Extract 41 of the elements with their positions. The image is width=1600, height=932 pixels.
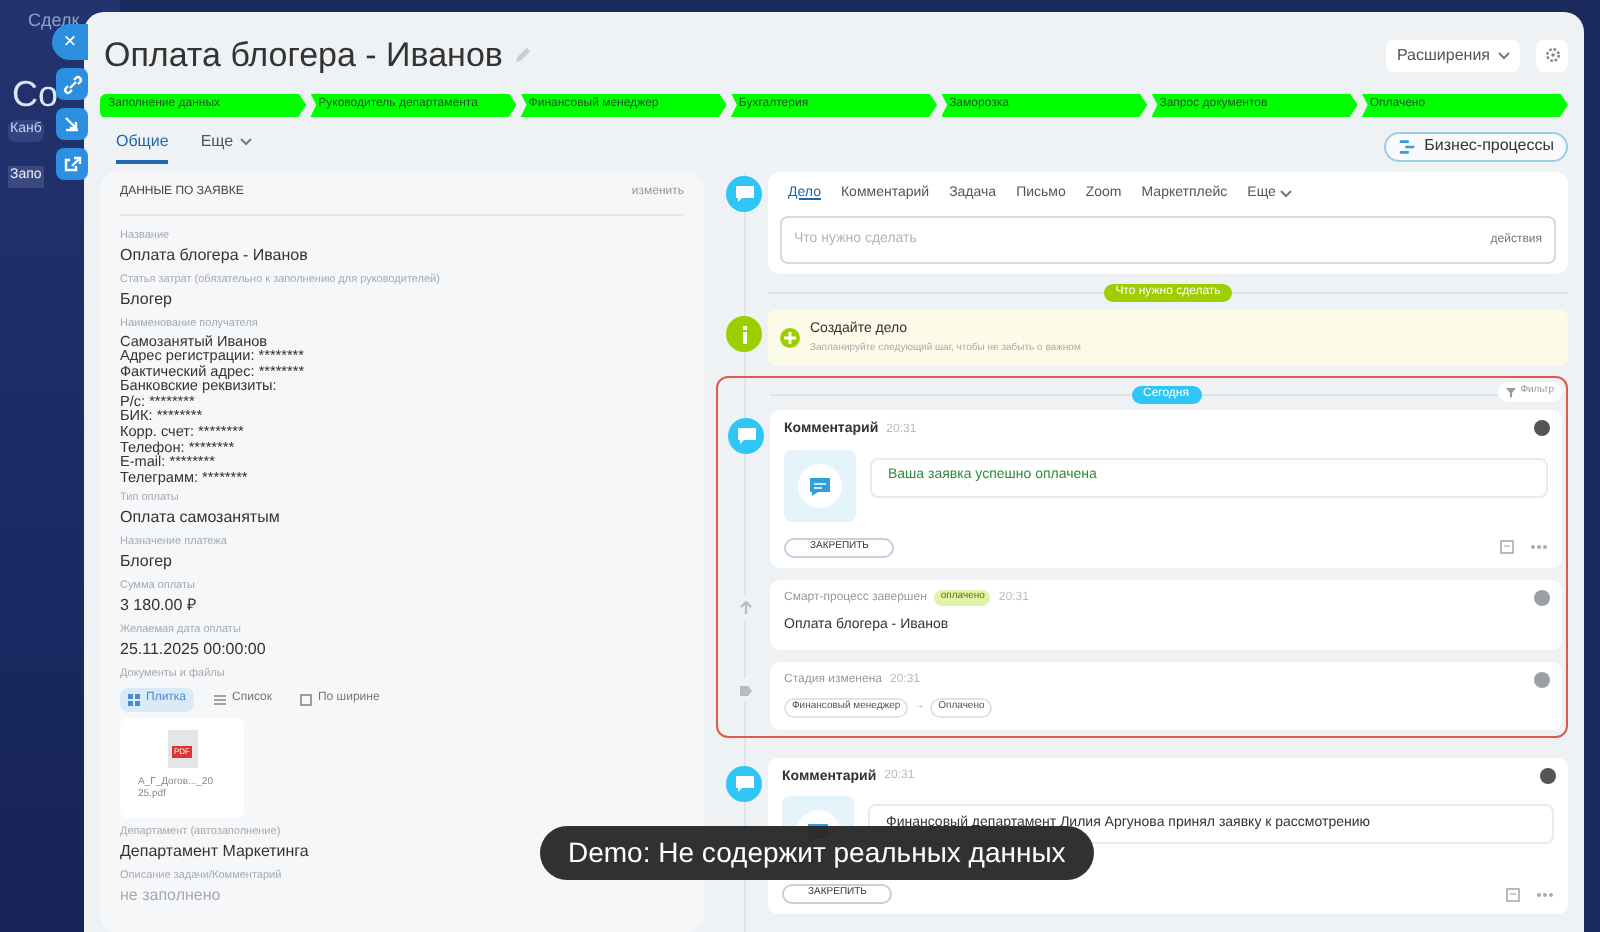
avatar-icon [1534, 672, 1550, 688]
field-value: 3 180.00 ₽ [120, 596, 197, 617]
page-title: Оплата блогера - Иванов [104, 34, 503, 78]
field-value: Блогер [120, 289, 173, 309]
settings-icon[interactable] [1536, 39, 1568, 72]
demo-tooltip: Demo: Не содержит реальных данных [540, 826, 1094, 880]
add-icon[interactable] [780, 328, 800, 348]
avatar-icon [1534, 589, 1550, 605]
chat-icon [728, 418, 764, 454]
chevron-down-icon [1279, 189, 1292, 198]
grid-icon [128, 693, 140, 706]
field-value: Блогер [120, 552, 173, 573]
note-icon[interactable] [1506, 887, 1520, 901]
chevron-down-icon [1498, 51, 1510, 60]
extensions-dropdown[interactable]: Расширения [1386, 39, 1520, 72]
avatar-icon [1534, 420, 1550, 436]
business-processes-button[interactable]: Бизнес-процессы [1384, 131, 1568, 161]
list-icon [214, 693, 227, 706]
process-icon [1398, 137, 1417, 155]
background-text: Co [12, 72, 59, 118]
chat-icon [726, 765, 762, 801]
tab[interactable]: Общие [116, 129, 169, 163]
close-button[interactable]: × [52, 24, 88, 60]
more-icon[interactable] [1536, 891, 1554, 897]
field-value: 25.11.2025 00:00:00 [120, 640, 266, 661]
open-icon[interactable] [56, 148, 88, 180]
square-icon [299, 693, 312, 706]
comment-icon [784, 449, 856, 521]
avatar-icon [1540, 767, 1556, 783]
link-icon[interactable] [56, 68, 88, 100]
info-icon [726, 316, 762, 352]
field-value: Оплата блогера - Иванов [120, 245, 308, 265]
more-icon[interactable] [1530, 544, 1548, 550]
field-value: Департамент Маркетинга [120, 841, 309, 862]
note-icon[interactable] [1500, 540, 1514, 554]
chevron-down-icon [239, 137, 252, 145]
tab[interactable]: Еще [200, 129, 252, 163]
field-value: Оплата самозанятым [120, 508, 280, 529]
pencil-icon[interactable] [514, 46, 533, 65]
chat-icon [726, 175, 762, 211]
field-value: не заполнено [120, 885, 221, 906]
